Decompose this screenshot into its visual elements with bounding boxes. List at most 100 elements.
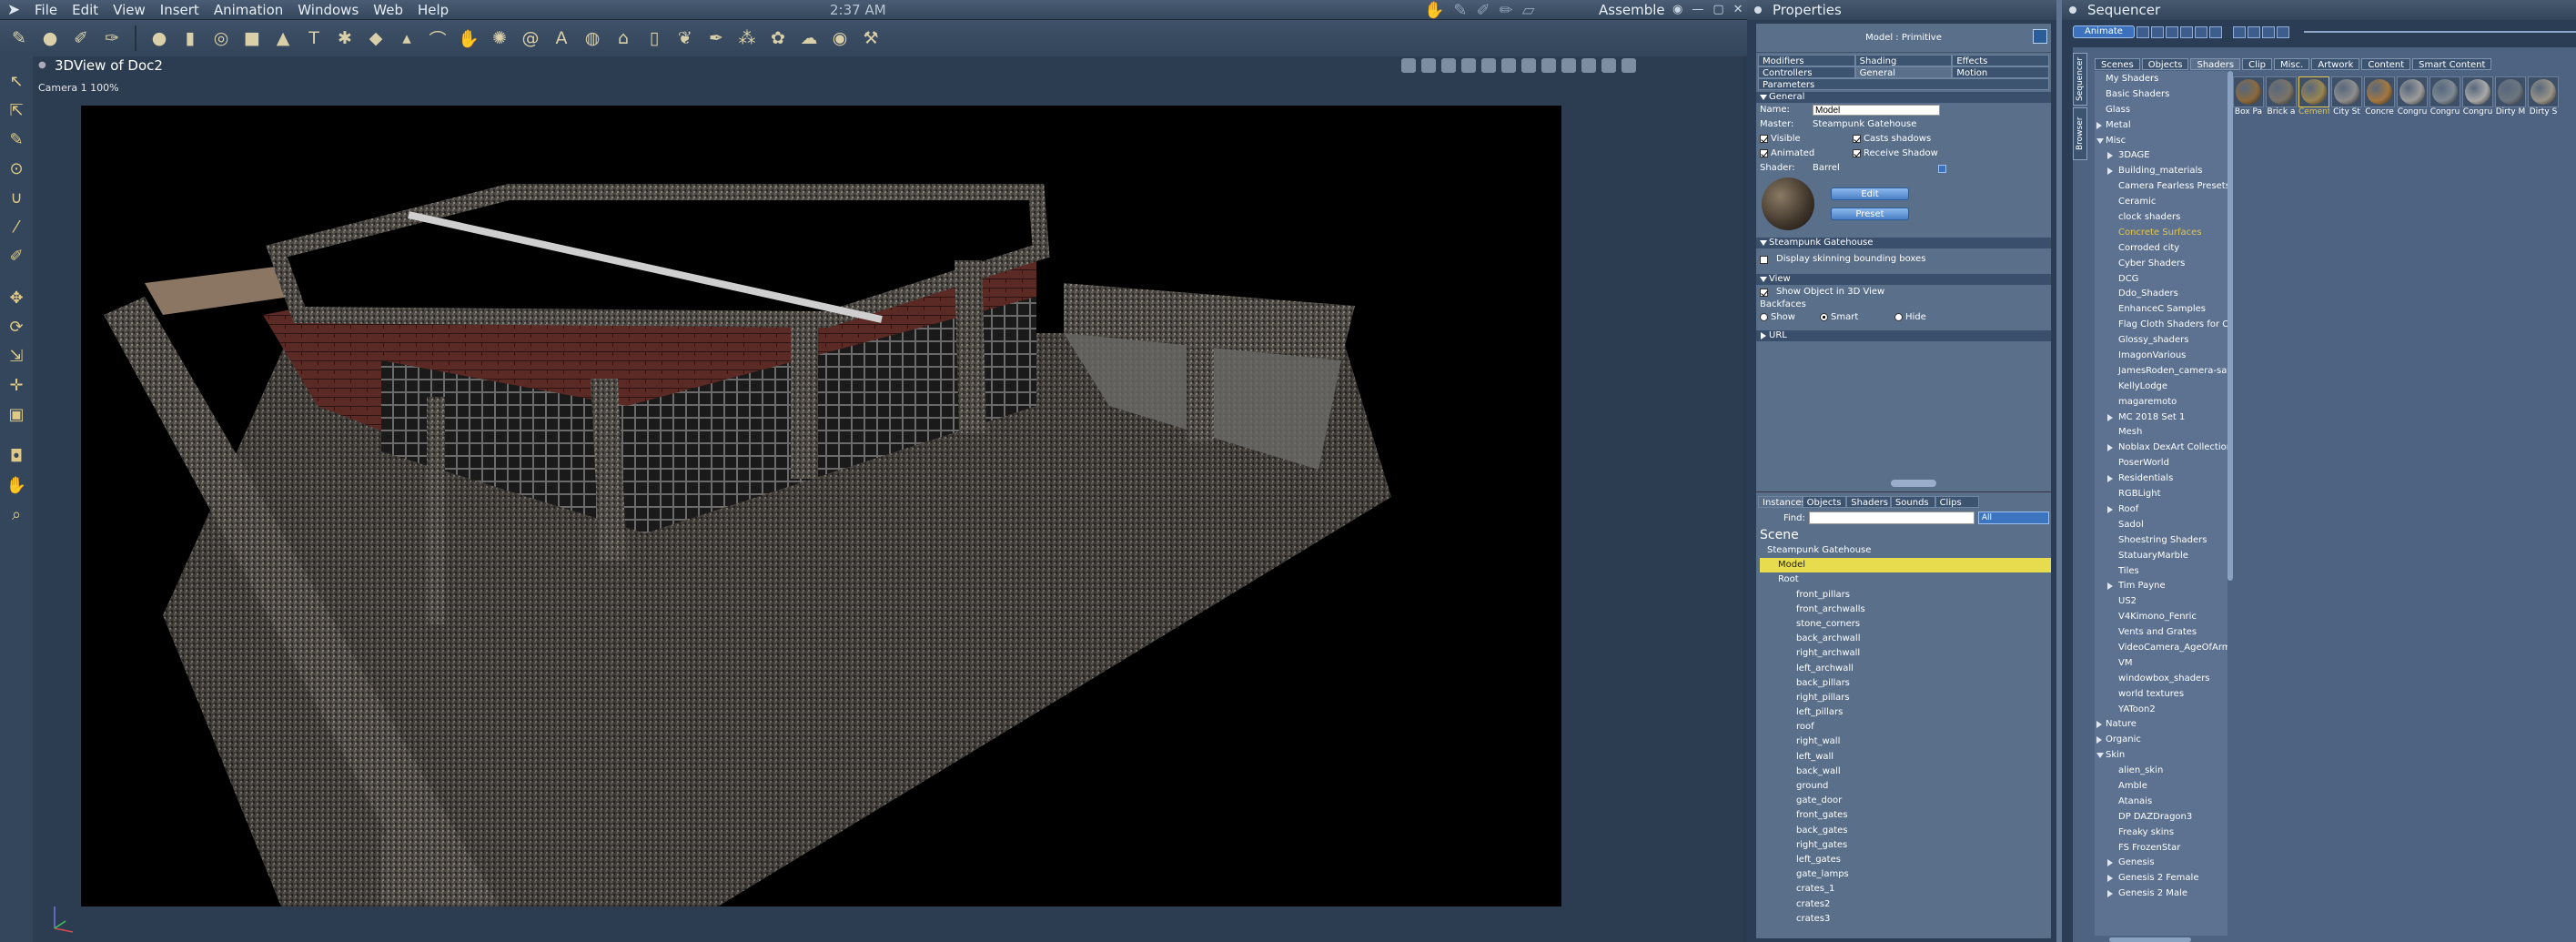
stop-icon[interactable]: [2165, 25, 2178, 38]
tree-node[interactable]: left_wall: [1760, 750, 2051, 765]
tab-content[interactable]: Content: [2361, 58, 2411, 70]
capsule-primitive-icon[interactable]: ▯: [641, 25, 668, 52]
list-hscrollbar[interactable]: [2109, 937, 2191, 942]
collapse-arrow-icon[interactable]: [2107, 859, 2113, 867]
shader-folder-item[interactable]: Genesis 2 Male: [2095, 886, 2227, 901]
tab-general[interactable]: General: [1854, 66, 1953, 78]
shader-folder-item[interactable]: My Shaders: [2095, 71, 2227, 86]
render-mode-icon[interactable]: [1401, 58, 1416, 73]
shader-folder-item[interactable]: Glossy_shaders: [2095, 332, 2227, 348]
brush-room-icon[interactable]: ✎: [1453, 1, 1467, 20]
tree-node[interactable]: gate_door: [1760, 794, 2051, 808]
shader-folder-item[interactable]: Misc: [2095, 133, 2227, 148]
shader-thumbnail[interactable]: Dirty S: [2528, 76, 2559, 116]
skinning-row[interactable]: Display skinning bounding boxes: [1756, 252, 2051, 267]
shader-folder-item[interactable]: windowbox_shaders: [2095, 671, 2227, 686]
gear-primitive-icon[interactable]: ✱: [331, 25, 359, 52]
sphere-primitive-icon[interactable]: ●: [146, 25, 173, 52]
go-end-icon[interactable]: [2208, 25, 2222, 38]
wand-icon[interactable]: ⁄: [5, 215, 28, 238]
app-logo-icon[interactable]: ➤: [0, 0, 27, 20]
tab-instances[interactable]: Instances: [1758, 496, 1806, 508]
menu-windows[interactable]: Windows: [290, 0, 366, 20]
shader-folder-item[interactable]: V4Kimono_Fenric: [2095, 609, 2227, 624]
tree-node[interactable]: left_archwall: [1760, 662, 2051, 676]
shader-folder-item[interactable]: alien_skin: [2095, 763, 2227, 778]
tab-objects[interactable]: Objects: [1802, 496, 1847, 508]
collapse-arrow-icon[interactable]: [2096, 121, 2102, 129]
backface-hide-radio[interactable]: Hide: [1894, 310, 1926, 325]
plant-primitive-icon[interactable]: ✿: [764, 25, 792, 52]
menu-file[interactable]: File: [27, 0, 65, 20]
shader-folder-item[interactable]: Nature: [2095, 716, 2227, 732]
list-scrollbar[interactable]: [2227, 71, 2233, 581]
shader-folder-item[interactable]: VM: [2095, 655, 2227, 671]
eye-primitive-icon[interactable]: ◉: [826, 25, 854, 52]
spiral-primitive-icon[interactable]: @: [517, 25, 544, 52]
side-tab-sequencer[interactable]: Sequencer: [2073, 53, 2087, 106]
collapse-arrow-icon[interactable]: [2107, 444, 2113, 452]
pipe-primitive-icon[interactable]: ⌒: [424, 25, 451, 52]
minimize-icon[interactable]: —: [1692, 0, 1703, 20]
box-view-icon[interactable]: [1561, 58, 1576, 73]
tree-node[interactable]: front_archwalls: [1760, 603, 2051, 617]
text-primitive-icon[interactable]: T: [300, 25, 328, 52]
rotate-icon[interactable]: ⟳: [5, 315, 28, 339]
shader-folder-item[interactable]: Metal: [2095, 117, 2227, 133]
feather-primitive-icon[interactable]: ✒: [702, 25, 730, 52]
terrain-primitive-icon[interactable]: ▴: [393, 25, 420, 52]
backface-show-radio[interactable]: Show: [1760, 310, 1814, 325]
shader-folder-item[interactable]: JamesRoden_camera-satin: [2095, 363, 2227, 379]
shader-folder-item[interactable]: Ceramic: [2095, 194, 2227, 209]
shader-folder-item[interactable]: MC 2018 Set 1: [2095, 410, 2227, 425]
menu-animation[interactable]: Animation: [207, 0, 290, 20]
expand-arrow-icon[interactable]: [2096, 753, 2104, 759]
shader-folder-item[interactable]: Cyber Shaders: [2095, 256, 2227, 271]
tab-misc[interactable]: Misc.: [2274, 58, 2310, 70]
bucket-icon[interactable]: ▣: [5, 402, 28, 426]
tab-browser-shaders[interactable]: Shaders: [2190, 58, 2241, 70]
collapse-arrow-icon[interactable]: [2107, 152, 2113, 160]
tab-clips[interactable]: Clips: [1935, 496, 1980, 508]
tree-node[interactable]: back_pillars: [1760, 676, 2051, 691]
general-section-header[interactable]: General: [1756, 92, 2051, 103]
hand-room-icon[interactable]: ✋: [1424, 1, 1444, 20]
edit-shader-button[interactable]: Edit: [1831, 187, 1909, 200]
menu-edit[interactable]: Edit: [65, 0, 106, 20]
shader-thumbnail[interactable]: Congru: [2397, 76, 2428, 116]
tree-node[interactable]: right_archwall: [1760, 646, 2051, 661]
pen-tool-icon[interactable]: ✑: [98, 25, 126, 52]
shader-folder-item[interactable]: DP DAZDragon3: [2095, 809, 2227, 825]
brush-tool-icon[interactable]: ✐: [67, 25, 95, 52]
shader-thumbnail[interactable]: Congru: [2462, 76, 2493, 116]
cone-primitive-icon[interactable]: ▲: [269, 25, 297, 52]
shader-thumbnail[interactable]: Brick a: [2266, 76, 2297, 116]
shader-folder-item[interactable]: Tim Payne: [2095, 578, 2227, 593]
shader-folder-item[interactable]: RGBLight: [2095, 486, 2227, 501]
shader-folder-item[interactable]: StatuaryMarble: [2095, 548, 2227, 563]
name-field[interactable]: [1813, 105, 1940, 116]
preset-button[interactable]: Preset: [1831, 208, 1909, 220]
shader-thumbnail[interactable]: Dirty M: [2495, 76, 2526, 116]
shader-folder-item[interactable]: clock shaders: [2095, 209, 2227, 225]
tab-artwork[interactable]: Artwork: [2311, 58, 2360, 70]
tree-node[interactable]: Steampunk Gatehouse: [1760, 543, 2051, 558]
shader-folder-item[interactable]: Corroded city: [2095, 240, 2227, 256]
shader-thumbnail[interactable]: Box Pa: [2233, 76, 2264, 116]
tree-node[interactable]: back_gates: [1760, 824, 2051, 838]
menu-view[interactable]: View: [106, 0, 153, 20]
key-next-icon[interactable]: [2261, 25, 2275, 38]
collapse-arrow-icon[interactable]: [2107, 505, 2113, 513]
cloud-primitive-icon[interactable]: ☁: [795, 25, 823, 52]
tab-controllers[interactable]: Controllers: [1758, 66, 1855, 78]
tree-node[interactable]: back_archwall: [1760, 632, 2051, 646]
collapse-arrow-icon[interactable]: [2107, 167, 2113, 176]
collapse-arrow-icon[interactable]: [2107, 582, 2113, 591]
shader-folder-item[interactable]: Noblax DexArt Collection: [2095, 440, 2227, 455]
shader-folder-item[interactable]: US2: [2095, 593, 2227, 609]
filter-select[interactable]: All: [1977, 512, 2049, 524]
shader-folder-item[interactable]: Building_materials: [2095, 163, 2227, 178]
tree-node[interactable]: left_gates: [1760, 853, 2051, 867]
shader-folder-item[interactable]: Organic: [2095, 732, 2227, 747]
molecule-primitive-icon[interactable]: ⁂: [733, 25, 761, 52]
